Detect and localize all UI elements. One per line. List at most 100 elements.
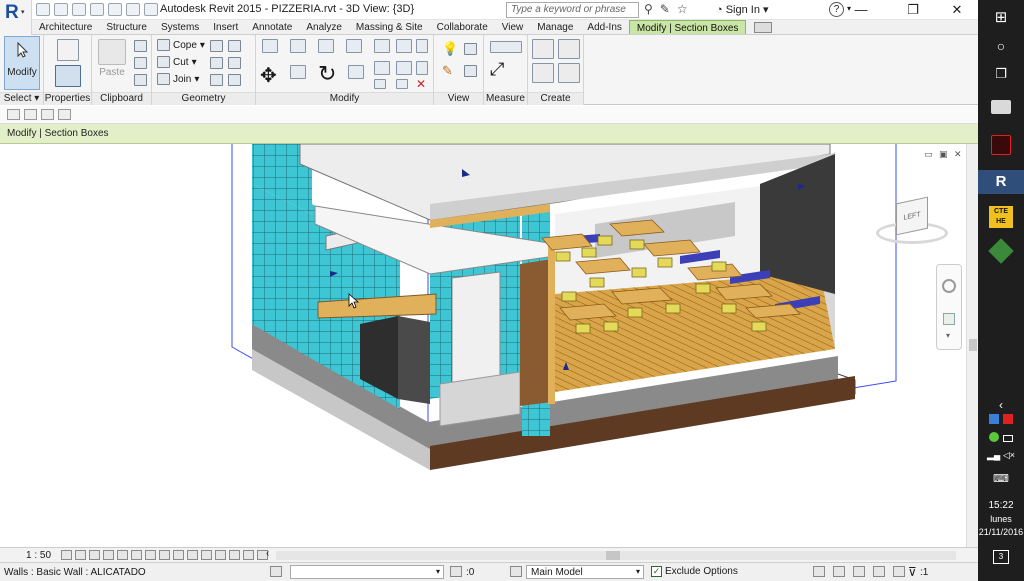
windows-start-icon[interactable]: ⊞ (978, 8, 1024, 26)
select-underlay-icon[interactable] (833, 566, 845, 577)
copy-element-icon[interactable] (290, 65, 306, 79)
tab-analyze[interactable]: Analyze (299, 20, 349, 34)
lock-view-icon[interactable] (159, 550, 170, 560)
app-icon-1[interactable] (978, 100, 1024, 117)
dropbox-icon[interactable] (989, 414, 999, 424)
steering-wheel-icon[interactable] (942, 279, 956, 293)
revit-taskbar-icon[interactable]: R (978, 170, 1024, 194)
paint-icon[interactable] (228, 40, 241, 52)
print-icon[interactable] (108, 3, 122, 16)
detail-level-icon[interactable] (61, 550, 72, 560)
viewport-close-icon[interactable]: ✕ (954, 149, 962, 160)
exclude-options-checkbox[interactable]: ✓ Exclude Options (651, 566, 738, 577)
offset-icon[interactable] (290, 39, 306, 53)
remove-paint-icon[interactable] (228, 57, 241, 69)
network-icon[interactable]: ▂▄ (987, 450, 1000, 460)
application-menu-button[interactable]: R ▾ (0, 0, 32, 36)
editable-only-icon[interactable] (270, 566, 282, 577)
clock-time[interactable]: 15:22 (978, 500, 1024, 511)
customize-qat-icon[interactable] (75, 109, 83, 120)
sync-icon[interactable] (989, 432, 999, 442)
restore-icon[interactable]: ❐ (890, 1, 936, 19)
app-icon-3[interactable] (978, 238, 1024, 264)
save-icon[interactable] (54, 3, 68, 16)
battery-icon[interactable] (1003, 435, 1013, 442)
task-view-icon[interactable]: ❐ (978, 66, 1024, 82)
tab-structure[interactable]: Structure (99, 20, 154, 34)
tab-collaborate[interactable]: Collaborate (430, 20, 495, 34)
reveal-hidden-icon[interactable] (187, 550, 198, 560)
select-pinned-icon[interactable] (853, 566, 865, 577)
analytical-model-icon[interactable] (201, 550, 212, 560)
demolish-icon[interactable] (210, 74, 223, 86)
close-icon[interactable]: ✕ (934, 1, 980, 19)
measure-distance-icon[interactable] (490, 41, 522, 53)
minimize-icon[interactable]: — (838, 1, 884, 19)
create-similar-icon[interactable] (558, 63, 580, 83)
shadows-icon[interactable] (103, 550, 114, 560)
cope-button[interactable]: Cope ▾ (157, 39, 205, 51)
selection-icon[interactable] (450, 566, 462, 577)
create-group-icon[interactable] (532, 63, 554, 83)
design-option-dropdown[interactable]: Main Model ▾ (526, 565, 644, 579)
join-button[interactable]: Join ▾ (157, 73, 199, 85)
trim-multiple-icon[interactable] (396, 79, 408, 89)
move-icon[interactable]: ✥ (260, 63, 277, 88)
dimension-icon[interactable]: ⤢ (490, 59, 504, 80)
worksharing-display-icon[interactable] (243, 550, 254, 560)
trim-extend-icon[interactable] (348, 65, 364, 79)
show-crop-icon[interactable] (145, 550, 156, 560)
temporary-hide-icon[interactable] (173, 550, 184, 560)
split-face-icon[interactable] (210, 40, 223, 52)
unpin-icon[interactable] (416, 61, 428, 75)
undo-icon[interactable] (41, 109, 54, 120)
hammer-icon[interactable] (228, 74, 241, 86)
action-center-button[interactable]: 3 (978, 550, 1024, 564)
rotate-icon[interactable]: ↻ (318, 61, 336, 87)
create-parts-icon[interactable] (558, 39, 580, 59)
sun-path-icon[interactable] (89, 550, 100, 560)
trim-single-icon[interactable] (374, 79, 386, 89)
subscription-icon[interactable]: ✎ (660, 2, 670, 16)
undo-icon[interactable] (72, 3, 86, 16)
tab-insert[interactable]: Insert (206, 20, 245, 34)
measure-icon[interactable] (126, 3, 140, 16)
split-gap-icon[interactable] (396, 39, 412, 53)
tab-massing-site[interactable]: Massing & Site (349, 20, 430, 34)
tab-view[interactable]: View (495, 20, 531, 34)
select-links-icon[interactable] (813, 566, 825, 577)
tab-systems[interactable]: Systems (154, 20, 206, 34)
horizontal-scrollbar[interactable] (276, 551, 956, 560)
search-input[interactable]: Type a keyword or phrase (506, 2, 639, 18)
scroll-left-icon[interactable]: ‹ (266, 548, 269, 559)
constraints-icon[interactable] (215, 550, 226, 560)
viewport-restore-icon[interactable]: ▭ (924, 149, 933, 160)
tab-architecture[interactable]: Architecture (32, 20, 99, 34)
modify-button[interactable]: Modify (4, 36, 40, 90)
open-folder-icon[interactable] (7, 109, 20, 120)
redo-icon[interactable] (90, 3, 104, 16)
tab-annotate[interactable]: Annotate (245, 20, 299, 34)
highlight-displacement-icon[interactable] (229, 550, 240, 560)
select-dropdown[interactable]: Select ▾ (0, 92, 43, 105)
properties-icon[interactable] (55, 65, 81, 87)
open-icon[interactable] (36, 3, 50, 16)
mirror-axis-icon[interactable] (318, 39, 334, 53)
viewcube[interactable]: LEFT (876, 194, 948, 246)
drag-elements-icon[interactable] (893, 566, 905, 577)
delete-icon[interactable]: ✕ (416, 77, 426, 91)
pin-icon[interactable] (416, 39, 428, 53)
override-graphics-icon[interactable] (464, 43, 477, 55)
ribbon-minimize-icon[interactable] (754, 22, 773, 33)
match-properties-icon[interactable] (134, 74, 147, 86)
horizontal-scroll-thumb[interactable] (606, 551, 620, 560)
design-options-icon[interactable] (510, 566, 522, 577)
align-icon[interactable] (262, 39, 278, 53)
redo-icon[interactable] (58, 109, 71, 120)
type-properties-icon[interactable] (57, 39, 79, 61)
wall-joins-icon[interactable] (210, 57, 223, 69)
keyboard-icon[interactable]: ⌨ (978, 472, 1024, 485)
view-scale[interactable]: 1 : 50 (26, 550, 51, 561)
tab-manage[interactable]: Manage (530, 20, 580, 34)
create-assembly-icon[interactable] (532, 39, 554, 59)
